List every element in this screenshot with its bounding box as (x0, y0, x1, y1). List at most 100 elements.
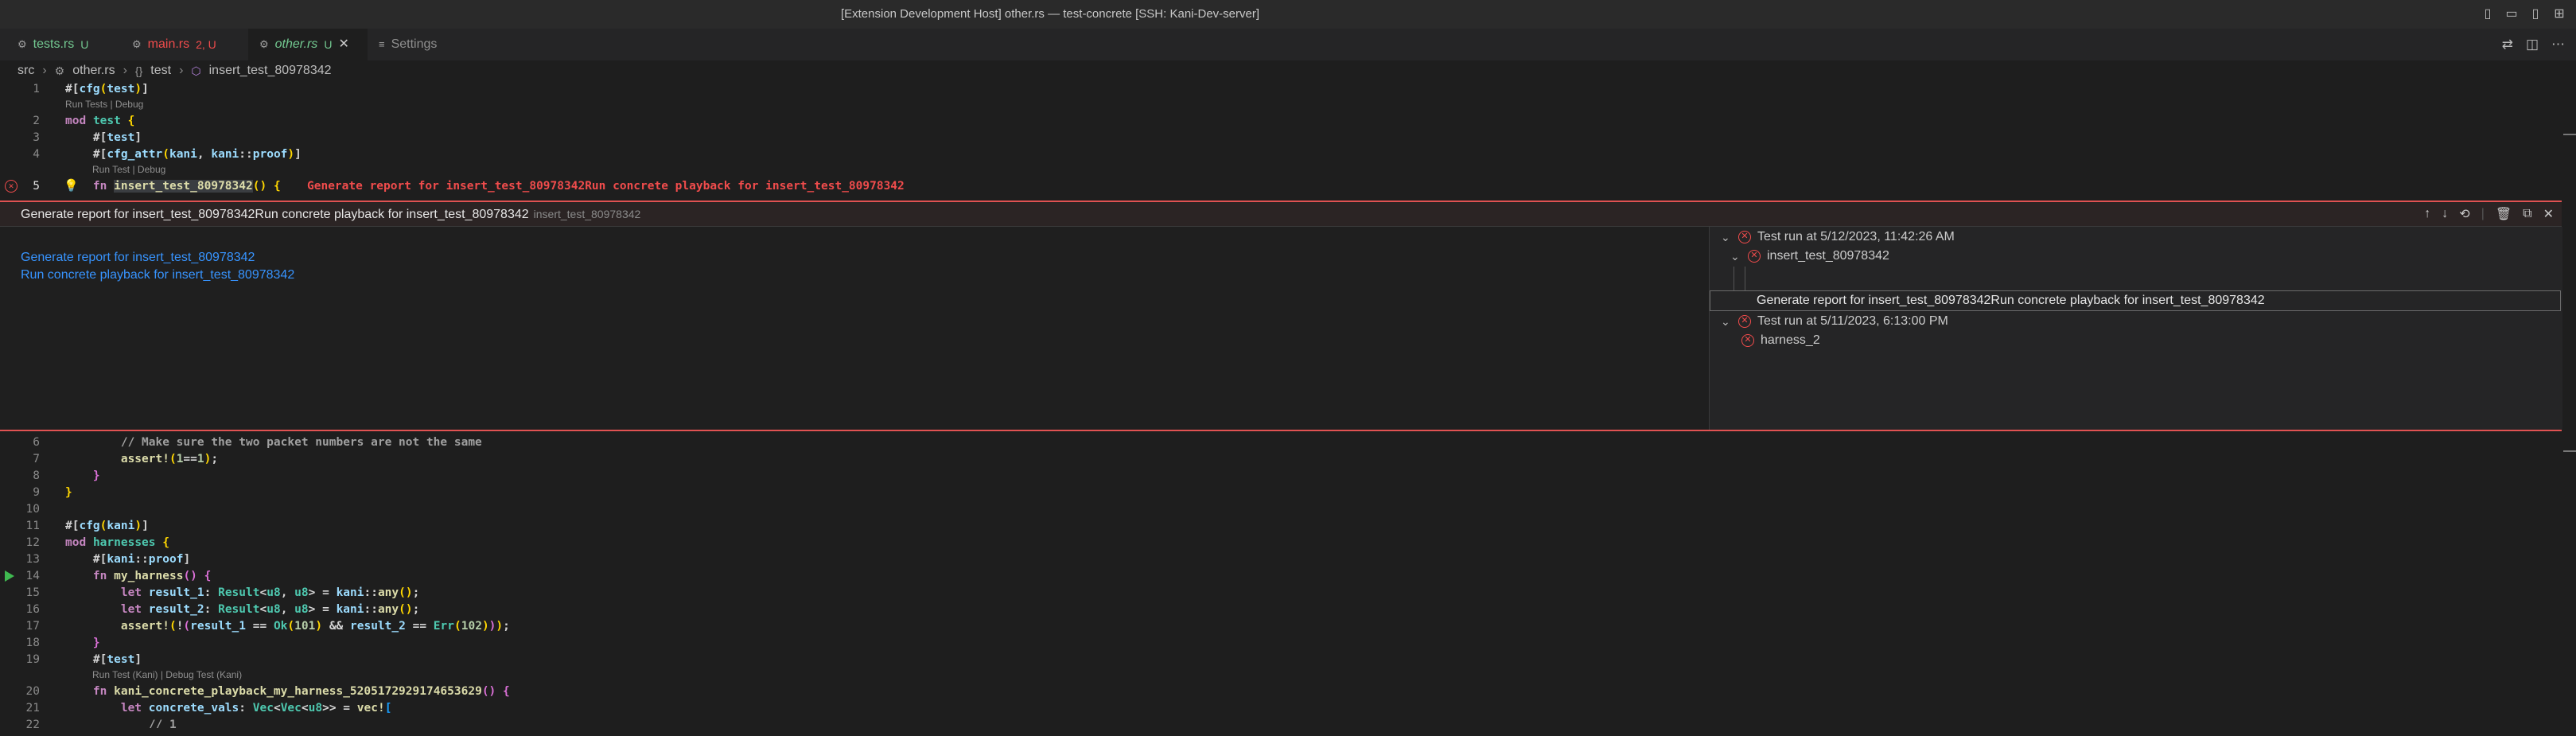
more-actions-icon[interactable]: ⋯ (2551, 37, 2565, 53)
peek-header: Generate report for insert_test_80978342… (0, 202, 2562, 227)
line-number: 18 (25, 637, 40, 649)
line-number: 11 (25, 520, 40, 532)
run-concrete-playback-link[interactable]: Run concrete playback for insert_test_80… (21, 268, 294, 282)
tab-label: tests.rs (33, 37, 75, 51)
line-number: 21 (25, 702, 40, 715)
codelens-run-tests[interactable]: Run Tests | Debug (65, 99, 143, 110)
peek-actions: ↑ ↓ ⟲ | 🗑 ⧉ ✕ (2424, 206, 2554, 222)
test-run-label: Test run at 5/11/2023, 6:13:00 PM (1757, 314, 1948, 328)
code-line: 22 // 1 (0, 717, 2576, 728)
code-line: 21 let concrete_vals: Vec<Vec<u8>> = vec… (0, 700, 2576, 717)
tab-settings[interactable]: ≡ Settings (368, 29, 463, 60)
line-number: 10 (25, 503, 40, 516)
codelens-run-test-kani[interactable]: Run Test (Kani) | Debug Test (Kani) (92, 669, 242, 680)
test-item[interactable]: ⌄ ✕ insert_test_80978342 (1730, 249, 1889, 263)
code-line: 18 } (0, 635, 2576, 652)
code-comment: // Make sure the two packet numbers are … (120, 436, 482, 449)
tab-status: 2, U (196, 38, 216, 51)
tab-main-rs[interactable]: ⚙ main.rs 2, U (121, 29, 248, 60)
line-number: 8 (33, 469, 40, 482)
arrow-down-icon[interactable]: ↓ (2442, 207, 2448, 221)
breadcrumb-module[interactable]: test (150, 60, 171, 81)
line-number: 5 (33, 180, 40, 193)
line-number: 14 (25, 570, 40, 582)
close-icon[interactable]: ✕ (2543, 206, 2554, 222)
module-icon: {} (134, 64, 143, 77)
test-run-label: Test run at 5/12/2023, 11:42:26 AM (1757, 230, 1955, 243)
error-icon: ✕ (1741, 334, 1754, 347)
close-tab-icon[interactable]: ✕ (338, 29, 348, 60)
line-number: 15 (25, 586, 40, 599)
arrow-up-icon[interactable]: ↑ (2424, 207, 2430, 221)
chevron-right-icon: › (123, 64, 127, 77)
tab-label: other.rs (274, 37, 318, 51)
code-line: 16 let result_2: Result<u8, u8> = kani::… (0, 602, 2576, 618)
customize-layout-icon[interactable]: ⊞ (2551, 5, 2568, 22)
error-icon: ✕ (1748, 250, 1761, 263)
test-run-item[interactable]: ⌄ ✕ Test run at 5/12/2023, 11:42:26 AM (1721, 230, 1955, 244)
error-icon: ✕ (1738, 231, 1751, 243)
chevron-down-icon: ⌄ (1721, 230, 1730, 243)
history-icon[interactable]: ⟲ (2459, 206, 2469, 222)
test-results-tree: ⌄ ✕ Test run at 5/12/2023, 11:42:26 AM ⌄… (1709, 227, 2562, 430)
chevron-down-icon: ⌄ (1730, 249, 1740, 263)
open-in-editor-icon[interactable]: ⧉ (2523, 207, 2531, 221)
peek-subtitle: insert_test_80978342 (533, 208, 641, 220)
breadcrumb: src › ⚙ other.rs › {} test › ⬡ insert_te… (18, 60, 332, 81)
split-editor-icon[interactable]: ◫ (2526, 37, 2539, 53)
tab-status: U (80, 38, 89, 51)
code-line: 8 } (0, 468, 2576, 485)
code-line: 6 // Make sure the two packet numbers ar… (0, 434, 2576, 451)
code-line: 15 let result_1: Result<u8, u8> = kani::… (0, 585, 2576, 602)
minimap-mark (2563, 450, 2576, 452)
line-number: 16 (25, 603, 40, 616)
codelens-run-test[interactable]: Run Test | Debug (92, 164, 165, 175)
code-line: 7 assert!(1==1); (0, 451, 2576, 468)
generate-report-link[interactable]: Generate report for insert_test_80978342 (21, 251, 255, 265)
line-number: 3 (33, 131, 40, 144)
breadcrumb-function[interactable]: insert_test_80978342 (209, 60, 332, 81)
error-icon: ✕ (1738, 315, 1751, 328)
line-number: 6 (33, 436, 40, 449)
tab-status: U (324, 38, 333, 51)
toggle-panel-icon[interactable]: ▭ (2503, 5, 2520, 22)
test-label: insert_test_80978342 (1767, 249, 1889, 263)
trash-icon[interactable]: 🗑 (2496, 206, 2512, 222)
tab-label: main.rs (147, 37, 190, 51)
breadcrumb-file[interactable]: other.rs (72, 60, 115, 81)
peek-message-pane: Generate report for insert_test_80978342… (0, 227, 1709, 430)
code-line: 17 assert!(!(result_1 == Ok(101) && resu… (0, 618, 2576, 635)
code-line: 12 mod harnesses { (0, 535, 2576, 551)
code-line: 9 } (0, 485, 2576, 501)
code-line: 11 #[cfg(kani)] (0, 518, 2576, 535)
line-number: 13 (25, 553, 40, 566)
line-number: 4 (33, 148, 40, 161)
code-line: 2 mod test { (0, 113, 2576, 130)
rust-file-icon: ⚙ (259, 38, 269, 50)
test-message-item[interactable]: Generate report for insert_test_80978342… (1710, 290, 2561, 311)
open-changes-icon[interactable]: ⇄ (2502, 37, 2513, 53)
breadcrumb-folder[interactable]: src (18, 60, 34, 81)
settings-icon: ≡ (379, 38, 385, 50)
editor-tab-bar: ⚙ tests.rs U ⚙ main.rs 2, U ⚙ other.rs U… (0, 29, 2576, 60)
code-line: 10 (0, 501, 2576, 518)
tab-other-rs[interactable]: ⚙ other.rs U ✕ (248, 29, 368, 60)
line-number: 17 (25, 620, 40, 633)
line-number: 9 (33, 486, 40, 499)
editor-actions: ⇄ ◫ ⋯ (2502, 29, 2565, 60)
line-number: 7 (33, 453, 40, 465)
line-number: 1 (33, 83, 40, 95)
inline-error-message: Generate report for insert_test_80978342… (307, 180, 905, 193)
code-line: 3 #[test] (0, 130, 2576, 146)
toggle-secondary-sidebar-icon[interactable]: ▯ (2527, 5, 2544, 22)
tab-tests-rs[interactable]: ⚙ tests.rs U (6, 29, 118, 60)
chevron-down-icon: ⌄ (1721, 314, 1730, 328)
test-run-item[interactable]: ⌄ ✕ Test run at 5/11/2023, 6:13:00 PM (1721, 314, 1948, 329)
test-message-label: Generate report for insert_test_80978342… (1757, 294, 2265, 307)
chevron-right-icon: › (42, 64, 47, 77)
test-item[interactable]: ✕ harness_2 (1741, 333, 1820, 348)
layout-controls: ▯ ▭ ▯ ⊞ (2479, 5, 2568, 22)
line-number: 12 (25, 536, 40, 549)
toggle-primary-sidebar-icon[interactable]: ▯ (2479, 5, 2496, 22)
rust-file-icon: ⚙ (132, 38, 142, 50)
